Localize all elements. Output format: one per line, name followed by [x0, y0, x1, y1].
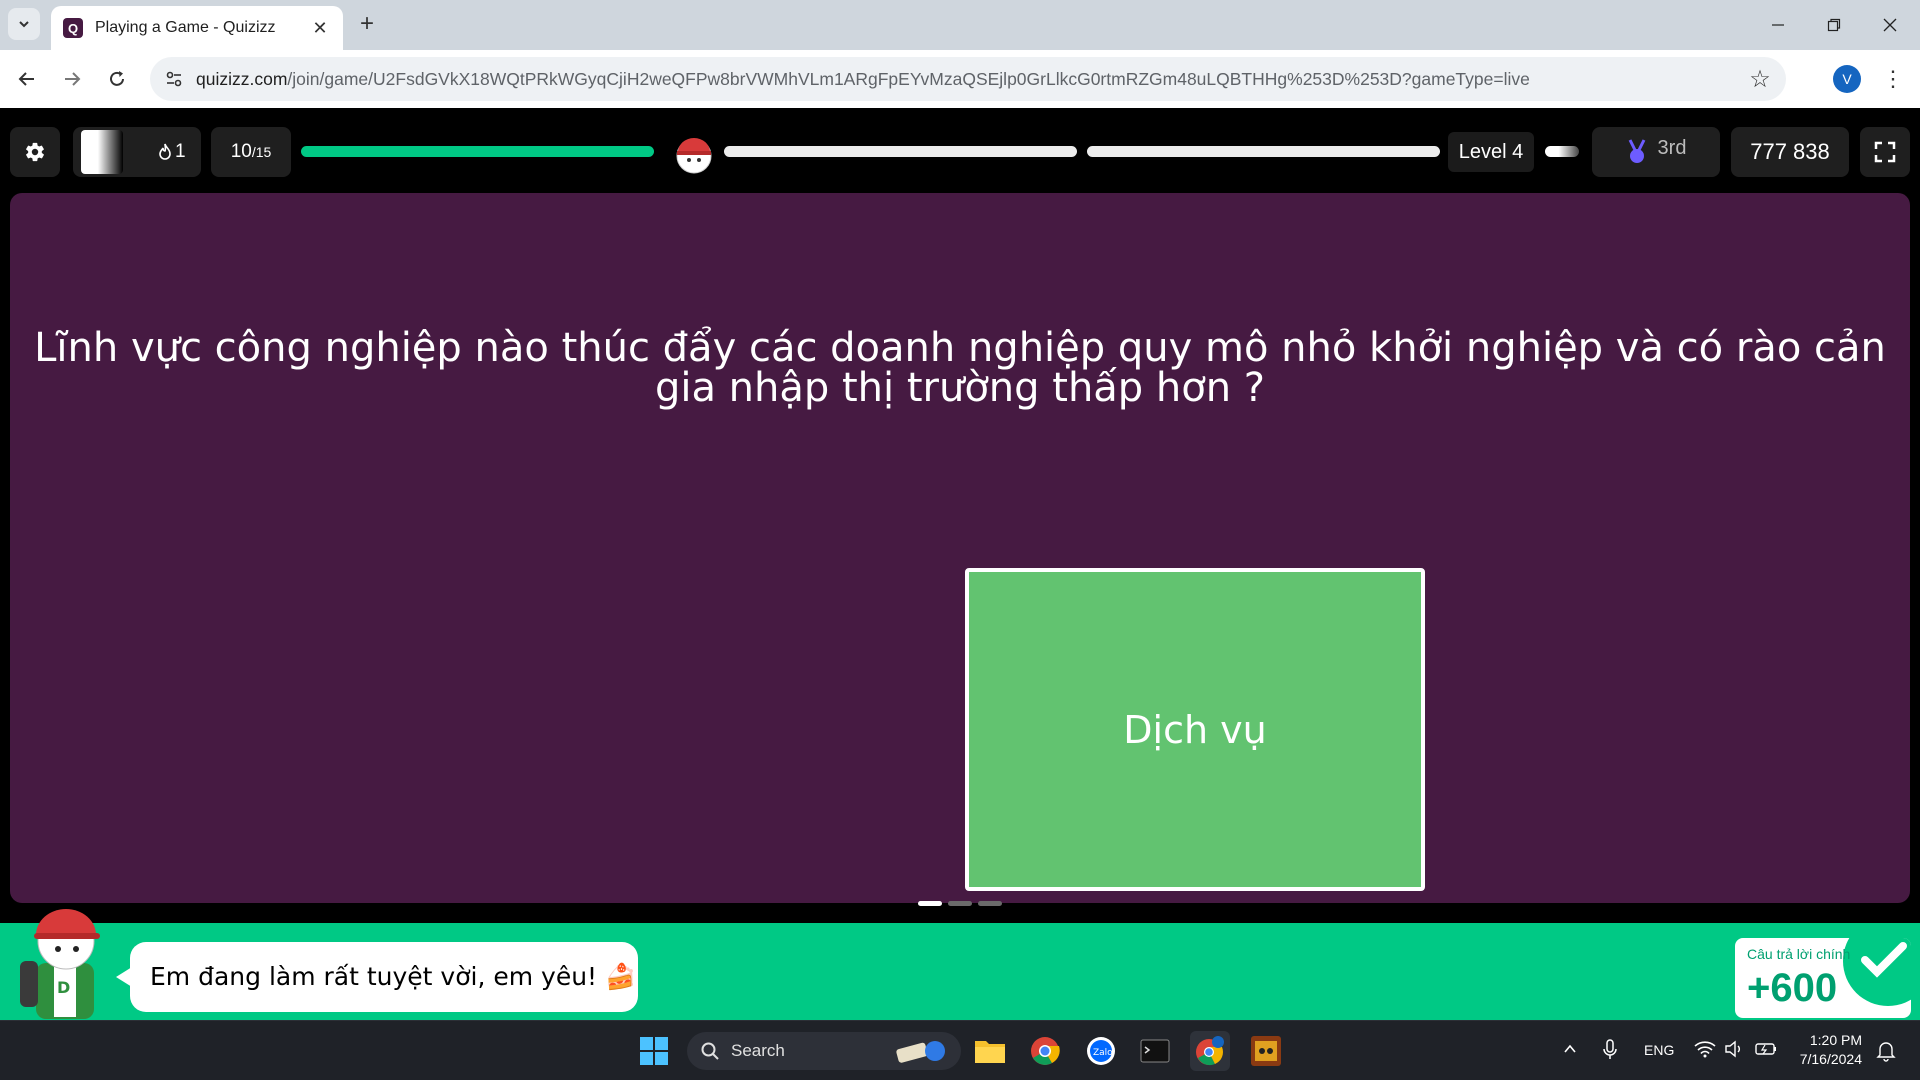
zalo-icon[interactable]: Zalo: [1081, 1031, 1121, 1071]
arrow-right-icon: [65, 72, 81, 86]
rank-text: 3rd: [1657, 136, 1687, 159]
search-highlight-icon: [896, 1041, 945, 1063]
quizizz-favicon-icon: Q: [63, 18, 83, 38]
pagination-dots: [918, 901, 1002, 906]
svg-text:D: D: [57, 978, 70, 997]
windows-logo-icon: [640, 1037, 668, 1065]
search-icon: [701, 1042, 719, 1060]
site-info-icon[interactable]: [154, 59, 194, 99]
minimize-icon: [1772, 24, 1784, 26]
file-explorer-icon[interactable]: [970, 1031, 1010, 1071]
answer-text: Dịch vụ: [1123, 707, 1267, 752]
volume-icon[interactable]: [1724, 1040, 1744, 1061]
fullscreen-icon: [1874, 141, 1896, 163]
encouragement-text: Em đang làm rất tuyệt vời, em yêu! 🍰: [150, 962, 637, 991]
level-progress-bar: [1545, 146, 1579, 157]
taskbar-search[interactable]: Search: [687, 1032, 961, 1070]
new-tab-button[interactable]: +: [352, 9, 382, 39]
streak-meter: [81, 130, 123, 174]
tab-title: Playing a Game - Quizizz: [95, 19, 276, 36]
browser-menu-icon[interactable]: ⋮: [1876, 62, 1910, 96]
url-domain: quizizz.com: [196, 68, 288, 89]
question-stage: Lĩnh vực công nghiệp nào thúc đẩy các do…: [10, 193, 1910, 903]
close-icon: [1883, 18, 1897, 32]
question-text: Lĩnh vực công nghiệp nào thúc đẩy các do…: [34, 325, 1886, 411]
medal-icon: [1628, 139, 1645, 163]
rank-badge: 3rd: [1592, 127, 1720, 177]
clock-time: 1:20 PM: [1809, 1032, 1862, 1048]
url-text: quizizz.com/join/game/U2FsdGVkX18WQtPRkW…: [196, 69, 1740, 90]
check-icon: [1861, 942, 1907, 978]
player-avatar-icon: [676, 138, 712, 174]
streak-indicator: 1: [73, 127, 201, 177]
progress-segment-3: [1087, 146, 1440, 157]
tray-chevron-up-icon[interactable]: [1562, 1041, 1578, 1060]
arrow-left-icon: [18, 72, 34, 86]
restore-icon: [1827, 18, 1841, 32]
microphone-icon[interactable]: [1602, 1039, 1618, 1064]
notification-bell-icon[interactable]: [1876, 1040, 1896, 1065]
forward-button[interactable]: [55, 62, 89, 96]
minimize-button[interactable]: [1750, 0, 1806, 50]
terminal-icon[interactable]: [1135, 1031, 1175, 1071]
result-label: Câu trả lời chính: [1747, 946, 1851, 962]
mascot-icon: D: [20, 909, 100, 1019]
pagination-dot: [918, 901, 942, 906]
feedback-bar: D Em đang làm rất tuyệt vời, em yêu! 🍰 C…: [0, 909, 1920, 1020]
settings-button[interactable]: [10, 127, 60, 177]
browser-tab-active[interactable]: Q Playing a Game - Quizizz ✕: [51, 6, 343, 50]
start-button[interactable]: [634, 1031, 674, 1071]
answer-option[interactable]: Dịch vụ: [965, 568, 1425, 891]
check-badge: [1843, 938, 1911, 1006]
game-hud: 1 10/15 Level 4 3rd 777 838: [0, 108, 1920, 192]
level-label: Level 4: [1448, 132, 1534, 172]
chrome-icon[interactable]: [1025, 1031, 1065, 1071]
browser-toolbar: quizizz.com/join/game/U2FsdGVkX18WQtPRkW…: [0, 50, 1920, 108]
points-earned: +600: [1747, 966, 1838, 1010]
game-app-icon[interactable]: [1246, 1031, 1286, 1071]
url-path: /join/game/U2FsdGVkX18WQtPRkWGyqCjiH2weQ…: [287, 68, 1530, 89]
chrome-profile-taskbar-icon[interactable]: [1190, 1031, 1230, 1071]
progress-segment-2: [724, 146, 1077, 157]
clock-date: 7/16/2024: [1799, 1051, 1862, 1067]
score-display: 777 838: [1731, 127, 1849, 177]
reload-icon: [110, 71, 124, 86]
pagination-dot: [948, 901, 972, 906]
chevron-down-icon: [19, 21, 29, 28]
system-clock[interactable]: 1:20 PM 7/16/2024: [1790, 1031, 1862, 1069]
browser-tabstrip: Q Playing a Game - Quizizz ✕ +: [0, 0, 1920, 50]
quiz-game: 1 10/15 Level 4 3rd 777 838 Lĩnh vực côn…: [0, 108, 1920, 1020]
tab-search-button[interactable]: [8, 8, 40, 40]
encouragement-bubble: Em đang làm rất tuyệt vời, em yêu! 🍰: [116, 942, 638, 1012]
bookmark-star-icon[interactable]: ☆: [1740, 59, 1780, 99]
progress-segment-1: [301, 146, 654, 157]
flame-icon: [159, 143, 171, 160]
close-window-button[interactable]: [1862, 0, 1918, 50]
pagination-dot: [978, 901, 1002, 906]
taskbar: Search Zalo ENG 1:20 PM 7/16/2024: [0, 1020, 1920, 1080]
profile-avatar[interactable]: V: [1833, 65, 1861, 93]
streak-count: 1: [157, 141, 186, 163]
reload-button[interactable]: [100, 62, 134, 96]
svg-text:Zalo: Zalo: [1093, 1048, 1113, 1058]
question-total: /15: [251, 144, 272, 160]
tab-close-icon[interactable]: ✕: [309, 17, 331, 39]
fullscreen-button[interactable]: [1860, 127, 1910, 177]
back-button[interactable]: [10, 62, 44, 96]
address-bar[interactable]: quizizz.com/join/game/U2FsdGVkX18WQtPRkW…: [150, 57, 1786, 101]
result-card: Câu trả lời chính +600: [1735, 938, 1911, 1018]
gear-icon: [26, 142, 44, 162]
restore-button[interactable]: [1806, 0, 1862, 50]
search-label: Search: [731, 1041, 785, 1060]
language-indicator[interactable]: ENG: [1644, 1042, 1674, 1058]
question-counter: 10/15: [211, 127, 291, 177]
battery-icon[interactable]: [1754, 1040, 1778, 1061]
question-current: 10: [230, 141, 252, 162]
wifi-icon[interactable]: [1694, 1040, 1716, 1061]
